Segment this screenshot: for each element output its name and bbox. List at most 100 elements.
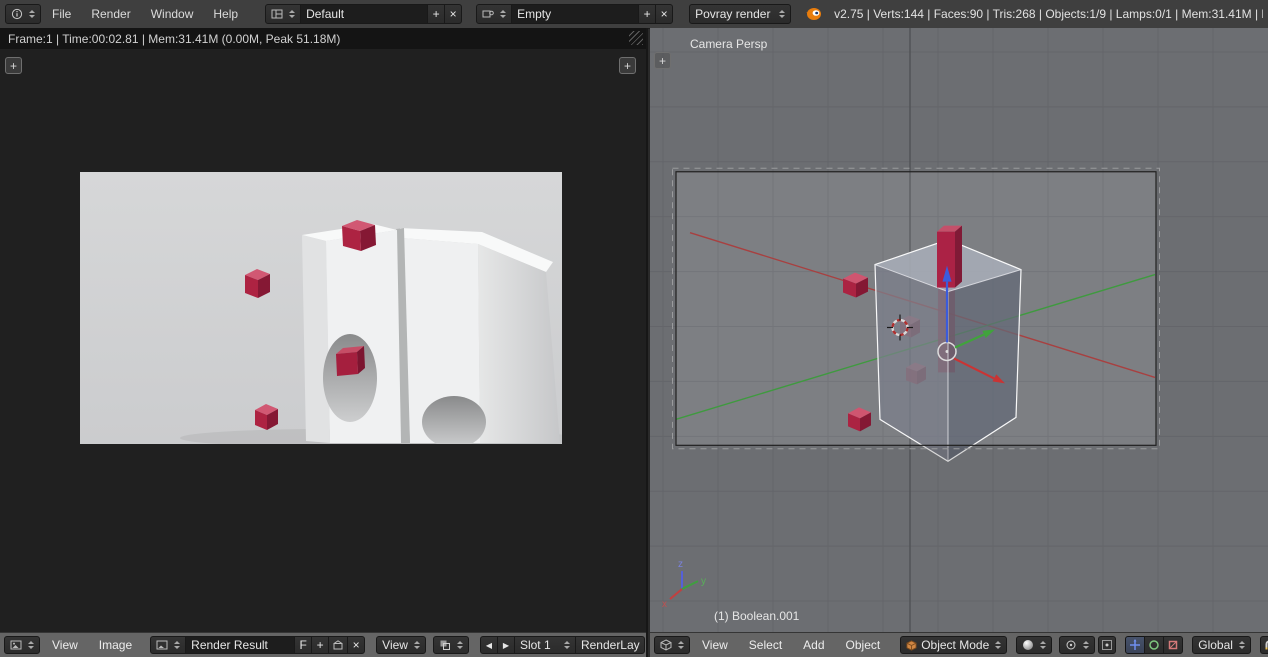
viewport-3d: + xyxy=(650,28,1268,657)
shading-sphere-icon xyxy=(1022,639,1034,651)
axis-y-label: y xyxy=(701,576,706,587)
menu-add[interactable]: Add xyxy=(794,638,833,652)
image-name-field[interactable]: Render Result xyxy=(185,636,295,654)
delete-scene-button[interactable]: × xyxy=(655,4,673,24)
region-resize-grip[interactable] xyxy=(629,31,643,45)
view-name-label: Camera Persp xyxy=(690,37,768,51)
image-datablock-selector: Render Result F + × xyxy=(150,636,365,654)
dropdown-arrows xyxy=(457,641,463,649)
menu-image[interactable]: Image xyxy=(90,638,141,652)
render-slot-group: ◀ ▶ Slot 1 RenderLay xyxy=(480,636,645,654)
dropdown-arrows xyxy=(995,641,1001,649)
menu-window[interactable]: Window xyxy=(142,7,203,21)
image-icon xyxy=(156,639,168,651)
dropdown-arrows xyxy=(1040,641,1046,649)
menu-view[interactable]: View xyxy=(43,638,87,652)
add-layout-button[interactable]: + xyxy=(427,4,445,24)
browse-scenes-button[interactable] xyxy=(476,4,512,24)
manipulator-toggles xyxy=(1125,636,1183,654)
snap-button[interactable] xyxy=(1260,636,1268,654)
dropdown-arrows xyxy=(28,641,34,649)
dropdown-arrows xyxy=(1083,641,1089,649)
mode-dropdown[interactable]: Object Mode xyxy=(900,636,1007,654)
channels-icon xyxy=(439,639,451,651)
region-expand-button[interactable]: + xyxy=(5,57,22,74)
blender-logo xyxy=(805,7,822,21)
render-engine-dropdown[interactable]: Povray render xyxy=(689,4,791,24)
scene-stats: v2.75 | Verts:144 | Faces:90 | Tris:268 … xyxy=(834,7,1263,21)
slot-prev-button[interactable]: ◀ xyxy=(480,636,498,654)
pack-icon xyxy=(332,639,344,651)
browse-image-button[interactable] xyxy=(150,636,186,654)
dropdown-arrows xyxy=(564,641,570,649)
image-editor-header: View Image Render Result F + xyxy=(0,632,646,657)
slot-next-button[interactable]: ▶ xyxy=(497,636,515,654)
boolean-slab-right xyxy=(400,228,560,444)
menu-file[interactable]: File xyxy=(43,7,80,21)
menu-object[interactable]: Object xyxy=(837,638,890,652)
dropdown-arrows xyxy=(1239,641,1245,649)
delete-layout-button[interactable]: × xyxy=(444,4,462,24)
new-image-button[interactable]: + xyxy=(311,636,329,654)
dropdown-arrows xyxy=(678,641,684,649)
editor-type-selector[interactable] xyxy=(5,4,41,24)
region-expand-button[interactable]: + xyxy=(619,57,636,74)
dropdown-arrows xyxy=(779,10,785,18)
render-result-image xyxy=(80,172,562,444)
dropdown-arrows xyxy=(414,641,420,649)
dropdown-arrows xyxy=(289,10,295,18)
scene-selector: Empty + × xyxy=(476,4,673,24)
region-expand-button[interactable]: + xyxy=(654,52,671,69)
translate-manip-icon xyxy=(1129,639,1141,651)
add-scene-button[interactable]: + xyxy=(638,4,656,24)
unlink-image-button[interactable]: × xyxy=(347,636,365,654)
pivot-align-icon xyxy=(1101,639,1113,651)
editor-type-selector[interactable] xyxy=(654,636,690,654)
red-cube-on-top xyxy=(342,220,376,251)
pivot-point-dropdown[interactable] xyxy=(1059,636,1095,654)
magnet-icon xyxy=(1263,639,1268,651)
manipulator-translate-button[interactable] xyxy=(1125,636,1145,654)
dropdown-arrows xyxy=(174,641,180,649)
image-canvas[interactable]: + + xyxy=(0,49,646,632)
dropdown-arrows xyxy=(500,10,506,18)
browse-layouts-button[interactable] xyxy=(265,4,301,24)
display-channels-dropdown[interactable] xyxy=(433,636,469,654)
slot-dropdown[interactable]: Slot 1 xyxy=(514,636,576,654)
menu-help[interactable]: Help xyxy=(204,7,247,21)
pivot-icon xyxy=(1065,639,1077,651)
viewport-scene: z y x Camera Persp (1) Boolean.001 xyxy=(650,28,1268,632)
render-info-bar: Frame:1 | Time:00:02.81 | Mem:31.41M (0.… xyxy=(0,28,646,49)
axis-z-label: z xyxy=(678,559,683,570)
layout-name-field[interactable]: Default xyxy=(300,4,428,24)
red-cube-floating-left xyxy=(245,269,270,298)
pivot-align-button[interactable] xyxy=(1098,636,1116,654)
info-editor-icon xyxy=(11,8,23,20)
scene-icon xyxy=(482,8,494,20)
screen-layout-icon xyxy=(271,8,283,20)
viewport-canvas[interactable]: + xyxy=(650,28,1268,632)
info-header: File Render Window Help Default + × xyxy=(0,0,1268,29)
menu-view[interactable]: View xyxy=(693,638,737,652)
fake-user-button[interactable]: F xyxy=(294,636,312,654)
view-mode-dropdown[interactable]: View xyxy=(376,636,426,654)
scale-manip-icon xyxy=(1167,639,1179,651)
menu-render[interactable]: Render xyxy=(82,7,139,21)
manipulator-scale-button[interactable] xyxy=(1163,636,1183,654)
render-stats-text: Frame:1 | Time:00:02.81 | Mem:31.41M (0.… xyxy=(8,32,340,46)
orientation-dropdown[interactable]: Global xyxy=(1192,636,1251,654)
red-cube-in-hole xyxy=(336,346,365,376)
editor-type-selector[interactable] xyxy=(4,636,40,654)
render-layer-dropdown[interactable]: RenderLay xyxy=(575,636,645,654)
active-object-label: (1) Boolean.001 xyxy=(714,609,800,623)
rotate-manip-icon xyxy=(1148,639,1160,651)
blender-window: File Render Window Help Default + × xyxy=(0,0,1268,657)
manipulator-rotate-button[interactable] xyxy=(1144,636,1164,654)
menu-select[interactable]: Select xyxy=(740,638,791,652)
scene-name-field[interactable]: Empty xyxy=(511,4,639,24)
viewport-shading-dropdown[interactable] xyxy=(1016,636,1052,654)
image-editor-icon xyxy=(10,639,22,651)
screen-layout-selector: Default + × xyxy=(265,4,462,24)
pack-image-button[interactable] xyxy=(328,636,348,654)
boolean-slab-left xyxy=(302,224,401,443)
